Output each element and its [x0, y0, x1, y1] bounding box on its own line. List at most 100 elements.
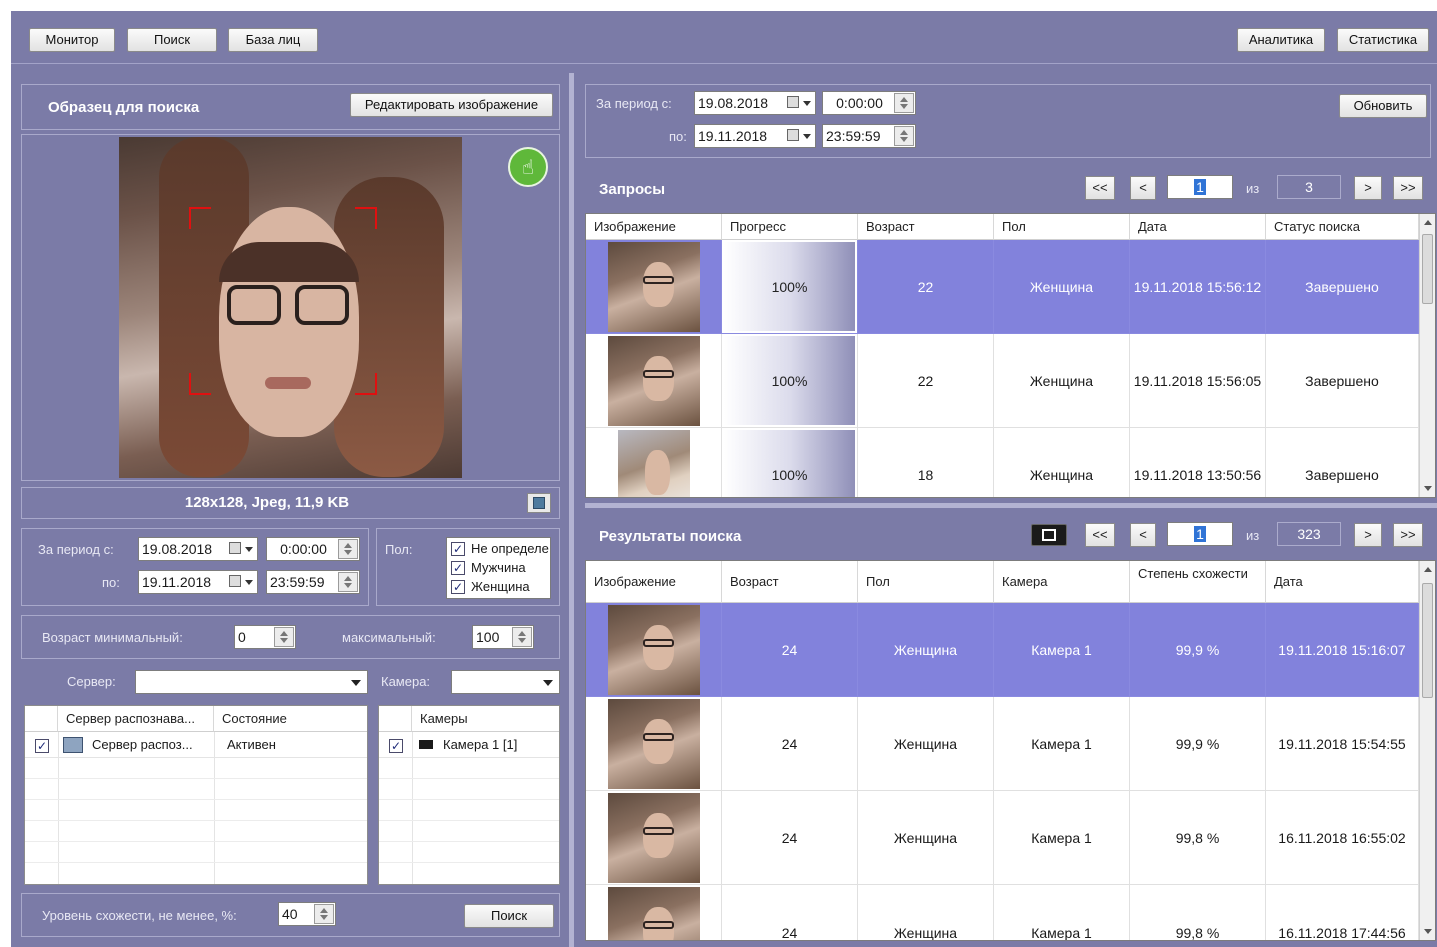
results-header-age[interactable]: Возраст: [722, 561, 858, 603]
time-spinner-icon[interactable]: [894, 126, 914, 146]
period-from-time[interactable]: 0:00:00: [266, 537, 360, 561]
requests-row[interactable]: 100% 22 Женщина 19.11.2018 15:56:12 Заве…: [586, 240, 1419, 334]
scroll-up-icon[interactable]: [1424, 220, 1432, 225]
results-header-gender[interactable]: Пол: [858, 561, 994, 603]
right-period-to-time-value: 23:59:59: [826, 128, 881, 144]
right-period-to-date[interactable]: 19.11.2018: [694, 124, 816, 148]
period-to-date[interactable]: 19.11.2018: [138, 570, 258, 594]
results-first-page-button[interactable]: <<: [1085, 523, 1115, 547]
results-row[interactable]: 24 Женщина Камера 1 99,9 % 19.11.2018 15…: [586, 697, 1419, 791]
similarity-spinner-icon[interactable]: [314, 904, 334, 924]
calendar-dropdown-icon[interactable]: [785, 126, 813, 146]
period-from-date[interactable]: 19.08.2018: [138, 537, 258, 561]
calendar-dropdown-icon[interactable]: [785, 93, 813, 113]
results-next-page-button[interactable]: >: [1354, 523, 1382, 547]
right-period-from-time[interactable]: 0:00:00: [822, 91, 916, 115]
requests-header-date[interactable]: Дата: [1130, 214, 1266, 240]
server-table-header-state[interactable]: Состояние: [214, 706, 367, 732]
results-cell-gender: Женщина: [858, 885, 994, 940]
results-row[interactable]: 24 Женщина Камера 1 99,8 % 16.11.2018 16…: [586, 791, 1419, 885]
gender-option-male[interactable]: ✓ Мужчина: [449, 559, 550, 577]
results-row[interactable]: 24 Женщина Камера 1 99,9 % 19.11.2018 15…: [586, 603, 1419, 697]
similarity-input[interactable]: 40: [278, 902, 336, 926]
server-table-header-name[interactable]: Сервер распознава...: [58, 706, 214, 732]
requests-cell-gender: Женщина: [994, 428, 1130, 497]
result-thumbnail: [608, 699, 700, 789]
search-button[interactable]: Поиск: [127, 28, 217, 52]
refresh-button[interactable]: Обновить: [1339, 94, 1427, 118]
time-spinner-icon[interactable]: [338, 572, 358, 592]
gender-option-female[interactable]: ✓ Женщина: [449, 578, 550, 596]
analytics-button[interactable]: Аналитика: [1237, 28, 1325, 52]
period-to-time[interactable]: 23:59:59: [266, 570, 360, 594]
requests-row[interactable]: 100% 22 Женщина 19.11.2018 15:56:05 Заве…: [586, 334, 1419, 428]
requests-row[interactable]: 100% 18 Женщина 19.11.2018 13:50:56 Заве…: [586, 428, 1419, 497]
age-max-spinner-icon[interactable]: [512, 627, 532, 647]
results-prev-page-button[interactable]: <: [1130, 523, 1156, 547]
age-min-value: 0: [238, 629, 246, 645]
results-last-page-button[interactable]: >>: [1393, 523, 1423, 547]
requests-header-progress[interactable]: Прогресс: [722, 214, 858, 240]
scroll-thumb[interactable]: [1422, 583, 1433, 698]
camera-select[interactable]: [451, 670, 560, 694]
gender-option-undefined[interactable]: ✓ Не определе: [449, 540, 550, 558]
checkbox-icon[interactable]: ✓: [451, 561, 465, 575]
start-search-button[interactable]: Поиск: [464, 904, 554, 928]
requests-page-input[interactable]: 1: [1167, 175, 1233, 199]
right-period-from-date[interactable]: 19.08.2018: [694, 91, 816, 115]
checkbox-icon[interactable]: ✓: [35, 739, 49, 753]
right-period-to-date-value: 19.11.2018: [698, 128, 768, 144]
save-image-icon[interactable]: [527, 493, 551, 513]
calendar-dropdown-icon[interactable]: [227, 572, 255, 592]
sample-image-area: ☝: [21, 134, 560, 481]
server-select[interactable]: [135, 670, 368, 694]
horizontal-splitter[interactable]: [585, 503, 1437, 508]
scroll-down-icon[interactable]: [1424, 486, 1432, 491]
requests-cell-age: 22: [858, 334, 994, 428]
age-min-spinner-icon[interactable]: [274, 627, 294, 647]
print-icon[interactable]: [1031, 524, 1067, 546]
requests-scrollbar[interactable]: [1419, 214, 1435, 497]
similarity-label: Уровень схожести, не менее, %:: [42, 908, 237, 923]
statistics-button[interactable]: Статистика: [1337, 28, 1429, 52]
vertical-splitter[interactable]: [569, 73, 574, 947]
scroll-down-icon[interactable]: [1424, 929, 1432, 934]
results-page-input[interactable]: 1: [1167, 522, 1233, 546]
scroll-up-icon[interactable]: [1424, 567, 1432, 572]
results-cell-age: 24: [722, 697, 858, 791]
requests-header-age[interactable]: Возраст: [858, 214, 994, 240]
results-header-image[interactable]: Изображение: [586, 561, 722, 603]
time-spinner-icon[interactable]: [338, 539, 358, 559]
requests-header-image[interactable]: Изображение: [586, 214, 722, 240]
age-min-input[interactable]: 0: [234, 625, 296, 649]
camera-table-header[interactable]: Камеры: [412, 706, 559, 732]
requests-header-status[interactable]: Статус поиска: [1266, 214, 1419, 240]
scroll-thumb[interactable]: [1422, 234, 1433, 304]
right-period-to-time[interactable]: 23:59:59: [822, 124, 916, 148]
monitor-button[interactable]: Монитор: [29, 28, 115, 52]
results-row[interactable]: 24 Женщина Камера 1 99,8 % 16.11.2018 17…: [586, 885, 1419, 940]
results-title: Результаты поиска: [599, 528, 742, 545]
checkbox-icon[interactable]: ✓: [389, 739, 403, 753]
results-header-date[interactable]: Дата: [1266, 561, 1419, 603]
checkbox-icon[interactable]: ✓: [451, 542, 465, 556]
server-table: Сервер распознава... Состояние ✓ Сервер …: [24, 705, 368, 885]
checkbox-icon[interactable]: ✓: [451, 580, 465, 594]
requests-cell-progress: 100%: [722, 240, 858, 334]
server-table-row[interactable]: ✓ Сервер распоз... Активен: [25, 732, 367, 758]
faces-db-button[interactable]: База лиц: [228, 28, 318, 52]
requests-first-page-button[interactable]: <<: [1085, 176, 1115, 200]
results-header-camera[interactable]: Камера: [994, 561, 1130, 603]
results-scrollbar[interactable]: [1419, 561, 1435, 940]
calendar-dropdown-icon[interactable]: [227, 539, 255, 559]
edit-image-button[interactable]: Редактировать изображение: [350, 93, 553, 117]
results-header-similarity[interactable]: Степень схожести: [1130, 561, 1266, 603]
requests-next-page-button[interactable]: >: [1354, 176, 1382, 200]
age-max-input[interactable]: 100: [472, 625, 534, 649]
requests-prev-page-button[interactable]: <: [1130, 176, 1156, 200]
time-spinner-icon[interactable]: [894, 93, 914, 113]
camera-table-row[interactable]: ✓ Камера 1 [1]: [379, 732, 559, 758]
requests-header-gender[interactable]: Пол: [994, 214, 1130, 240]
requests-last-page-button[interactable]: >>: [1393, 176, 1423, 200]
gender-option-label: Мужчина: [471, 560, 526, 575]
